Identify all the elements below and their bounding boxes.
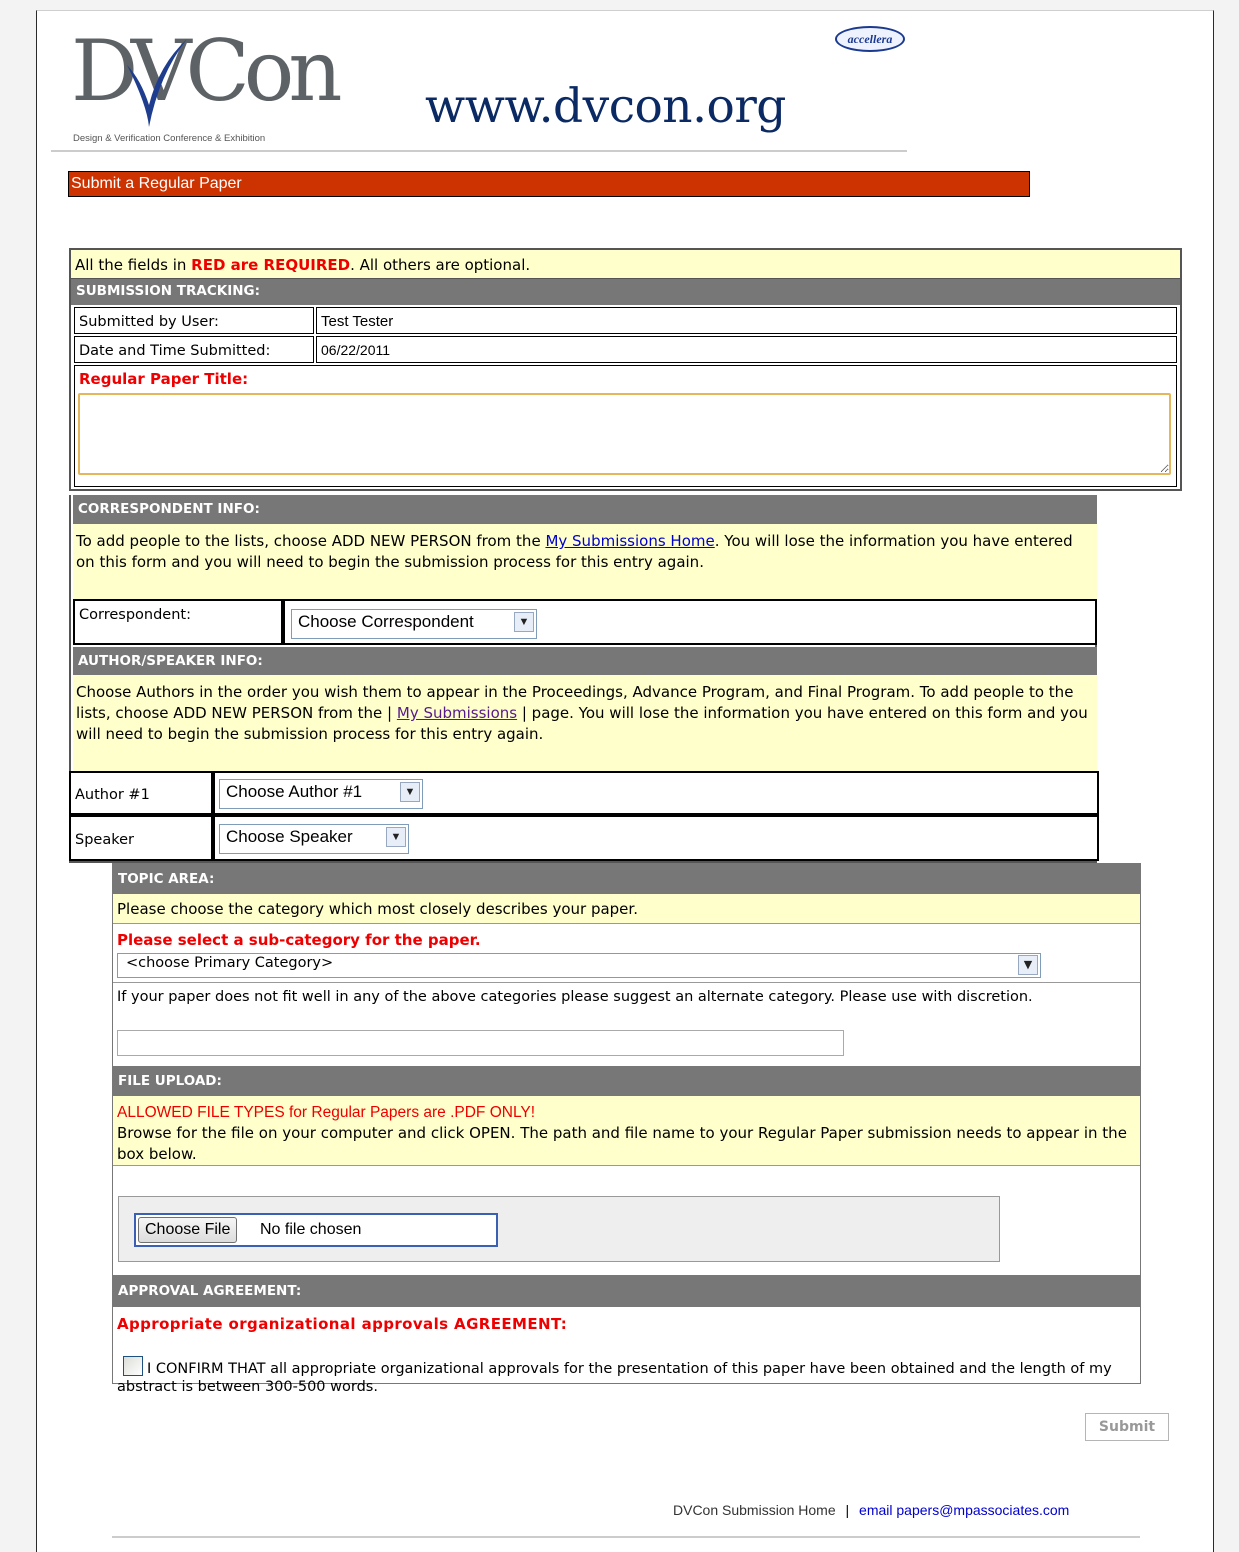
upload-instructions: Browse for the file on your computer and… (117, 1124, 1127, 1163)
author-note: Choose Authors in the order you wish the… (73, 675, 1097, 771)
chevron-down-icon: ▼ (514, 612, 534, 632)
speaker-select-cell: Choose Speaker ▼ (213, 815, 1099, 861)
footer-separator: | (845, 1502, 850, 1518)
author1-select-cell: Choose Author #1 ▼ (213, 771, 1099, 815)
logo-mark: DVCon (71, 22, 342, 120)
author-header: AUTHOR/SPEAKER INFO: (73, 647, 1097, 675)
submitted-by-label: Submitted by User: (79, 314, 219, 330)
date-label: Date and Time Submitted: (79, 343, 271, 359)
correspondent-select[interactable]: Choose Correspondent ▼ (291, 609, 537, 639)
no-file-text: No file chosen (260, 1221, 362, 1238)
speaker-label: Speaker (75, 832, 134, 848)
logo-tagline: Design & Verification Conference & Exhib… (73, 133, 266, 144)
tracking-section: All the fields in RED are REQUIRED. All … (69, 248, 1182, 491)
submitted-by-label-cell: Submitted by User: (74, 307, 314, 334)
choose-file-button[interactable]: Choose File (138, 1217, 238, 1243)
date-value-cell: 06/22/2011 (316, 336, 1177, 363)
author1-select-value: Choose Author #1 (226, 782, 363, 801)
alt-category-input[interactable] (117, 1030, 844, 1056)
site-url: www.dvcon.org (425, 79, 786, 134)
alt-category-note: If your paper does not fit well in any o… (117, 989, 1033, 1005)
correspondent-select-value: Choose Correspondent (298, 612, 474, 631)
required-note-text: All the fields in (75, 256, 192, 274)
upload-allowed-types: ALLOWED FILE TYPES for Regular Papers ar… (117, 1104, 536, 1121)
category-select-value: <choose Primary Category> (126, 955, 334, 971)
chevron-down-icon: ▼ (1018, 955, 1038, 975)
upload-header: FILE UPLOAD: (113, 1066, 1140, 1096)
speaker-select[interactable]: Choose Speaker ▼ (219, 824, 409, 854)
approval-label: Appropriate organizational approvals AGR… (117, 1315, 568, 1333)
category-select[interactable]: <choose Primary Category> ▼ (117, 953, 1041, 978)
submit-button[interactable]: Submit (1085, 1413, 1169, 1441)
submission-home-link[interactable]: DVCon Submission Home (673, 1502, 836, 1518)
footer-divider (112, 1536, 1140, 1538)
upload-note: ALLOWED FILE TYPES for Regular Papers ar… (113, 1096, 1140, 1166)
title-cell: Regular Paper Title: (74, 365, 1177, 487)
tracking-header: SUBMISSION TRACKING: (71, 279, 1180, 305)
chevron-down-icon: ▼ (386, 827, 406, 847)
correspondent-note: To add people to the lists, choose ADD N… (73, 524, 1097, 599)
approval-header: APPROVAL AGREEMENT: (113, 1275, 1140, 1307)
date-value: 06/22/2011 (321, 342, 391, 358)
author1-label-cell: Author #1 (69, 771, 213, 815)
paper-section: TOPIC AREA: Please choose the category w… (112, 863, 1141, 1395)
header-divider (51, 150, 907, 152)
correspondent-note-text: To add people to the lists, choose ADD N… (76, 532, 546, 550)
author1-select[interactable]: Choose Author #1 ▼ (219, 779, 423, 809)
required-note: All the fields in RED are REQUIRED. All … (71, 250, 1180, 279)
author1-label: Author #1 (75, 787, 150, 803)
required-note-red: RED are REQUIRED (191, 256, 351, 274)
submitted-by-value-cell: Test Tester (316, 307, 1177, 334)
people-section: CORRESPONDENT INFO: To add people to the… (69, 495, 1099, 863)
accellera-logo: accellera (835, 26, 905, 52)
email-link[interactable]: email papers@mpassociates.com (859, 1502, 1069, 1518)
correspondent-select-cell: Choose Correspondent ▼ (283, 599, 1097, 645)
title-textarea[interactable] (78, 393, 1171, 475)
page: DVCon Design & Verification Conference &… (36, 10, 1214, 1552)
topic-note: Please choose the category which most cl… (113, 894, 1140, 924)
chevron-down-icon: ▼ (400, 782, 420, 802)
topic-header: TOPIC AREA: (113, 864, 1140, 894)
required-note-suffix: . All others are optional. (350, 256, 531, 274)
subcategory-row: Please select a sub-category for the pap… (113, 925, 1140, 983)
footer-links: DVCon Submission Home | email papers@mpa… (673, 1502, 1143, 1518)
my-submissions-home-link[interactable]: My Submissions Home (545, 532, 714, 550)
file-input-panel: Choose File No file chosen (118, 1196, 1000, 1262)
file-input[interactable]: Choose File No file chosen (134, 1213, 498, 1247)
correspondent-header: CORRESPONDENT INFO: (73, 495, 1097, 524)
correspondent-label-cell: Correspondent: (73, 599, 283, 645)
subcategory-label: Please select a sub-category for the pap… (117, 931, 481, 949)
alt-category-row: If your paper does not fit well in any o… (113, 984, 1140, 1058)
speaker-select-value: Choose Speaker (226, 827, 353, 846)
approval-confirm-text: I CONFIRM THAT all appropriate organizat… (117, 1361, 1112, 1395)
submitted-by-value: Test Tester (321, 313, 394, 330)
upload-row: Choose File No file chosen (113, 1167, 1140, 1275)
approval-row: Appropriate organizational approvals AGR… (113, 1307, 1140, 1395)
title-label: Regular Paper Title: (79, 370, 249, 388)
logo-swoosh-icon (127, 39, 187, 127)
speaker-label-cell: Speaker (69, 815, 213, 861)
dvcon-logo: DVCon Design & Verification Conference &… (71, 29, 342, 147)
page-banner: Submit a Regular Paper (68, 171, 1030, 197)
correspondent-label: Correspondent: (79, 607, 191, 623)
my-submissions-link[interactable]: My Submissions (397, 704, 517, 722)
date-label-cell: Date and Time Submitted: (74, 336, 314, 363)
